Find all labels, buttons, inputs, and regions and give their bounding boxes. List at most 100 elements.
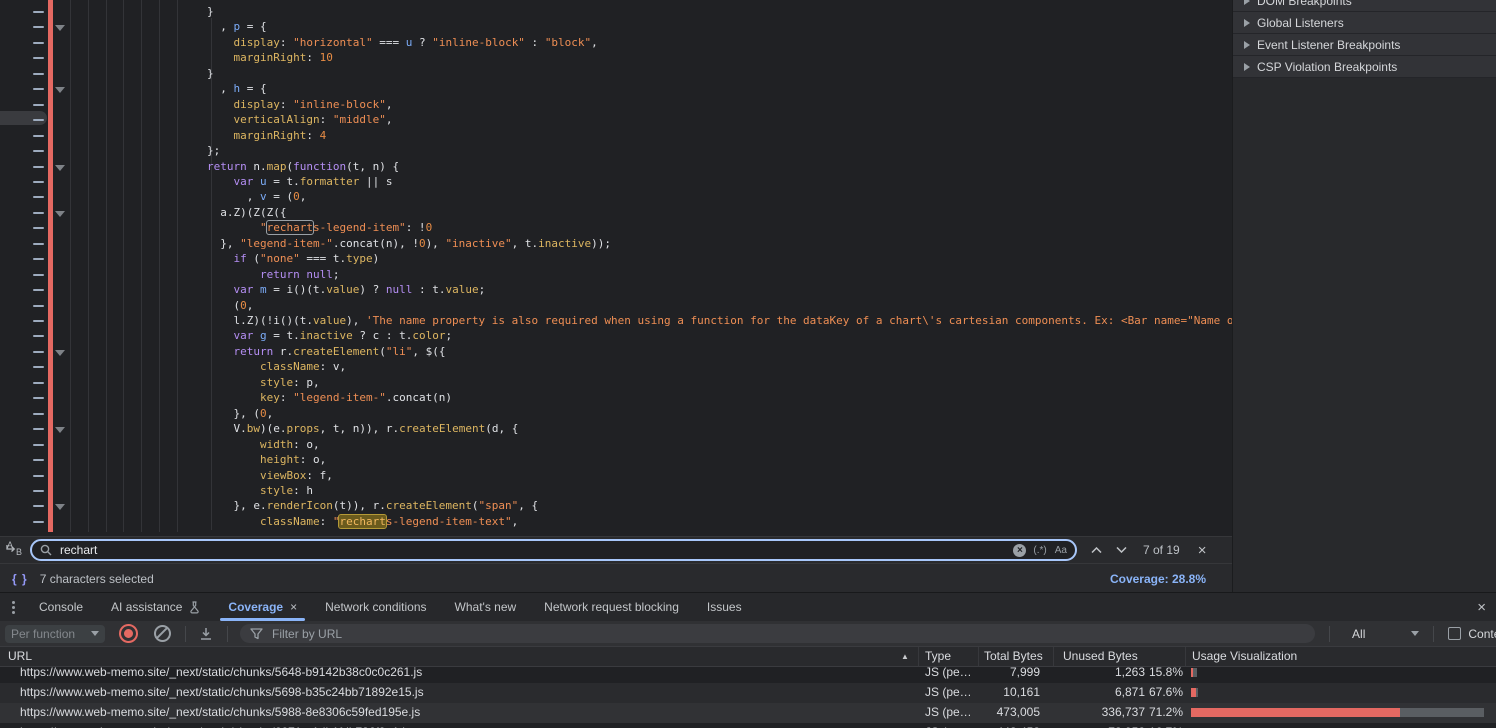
line-marker-dash [33,119,44,121]
line-marker-dash [33,335,44,337]
coverage-table-row[interactable]: https://www.web-memo.site/_next/static/c… [0,667,1496,683]
coverage-table-row[interactable]: https://www.web-memo.site/_next/static/c… [0,703,1496,723]
fold-arrow-icon[interactable] [55,87,65,93]
code-text: marginRight: 4 [207,128,326,143]
content-scripts-checkbox[interactable] [1448,627,1461,640]
row-unused-bytes: 336,737 [1053,703,1145,722]
tab-ai-assistance[interactable]: AI assistance [97,593,214,621]
code-text: className: v, [207,359,346,374]
replace-b-glyph: B [16,547,22,557]
fold-arrow-icon[interactable] [55,427,65,433]
line-marker-dash [33,57,44,59]
code-text: return null; [207,267,339,282]
record-coverage-button[interactable] [119,624,138,643]
source-editor[interactable]: } , p = { display: "horizontal" === u ? … [0,0,1232,536]
sidebar-section-event-listener-breakpoints[interactable]: Event Listener Breakpoints [1233,34,1496,56]
tab-what-s-new[interactable]: What's new [441,593,531,621]
replace-arrow-glyph [6,545,16,554]
tab-console[interactable]: Console [25,593,97,621]
fold-arrow-icon[interactable] [55,504,65,510]
coverage-toolbar: Per function Filter by URL All Content s… [0,621,1496,647]
row-type: JS (pe… [925,683,975,702]
line-marker-dash [33,227,44,229]
regex-toggle[interactable]: (.*) [1033,545,1046,556]
record-dot [124,629,133,638]
sidebar-section-csp-violation-breakpoints[interactable]: CSP Violation Breakpoints [1233,56,1496,78]
next-match-button[interactable] [1116,547,1127,553]
code-line: }; [0,143,1232,159]
sidebar-section-dom-breakpoints[interactable]: DOM Breakpoints [1233,0,1496,12]
sort-ascending-icon: ▲ [901,647,909,666]
usage-bar-used [1400,708,1484,717]
export-download-icon[interactable] [199,627,213,641]
tab-coverage[interactable]: Coverage× [214,593,311,621]
clear-search-icon[interactable]: × [1013,544,1026,557]
type-filter-select[interactable]: All [1352,627,1419,641]
line-marker-dash [33,428,44,430]
coverage-table-row[interactable]: https://www.web-memo.site/_next/static/c… [0,723,1496,728]
fold-arrow-icon[interactable] [55,25,65,31]
code-text: style: p, [207,375,320,390]
row-url: https://www.web-memo.site/_next/static/c… [20,683,424,702]
code-line: } [0,4,1232,20]
coverage-table-row[interactable]: https://www.web-memo.site/_next/static/c… [0,683,1496,703]
fold-arrow-icon[interactable] [55,211,65,217]
code-line: var u = t.formatter || s [0,174,1232,190]
toolbar-divider [185,626,186,642]
row-unused-percent: 15.8% [1147,667,1183,682]
match-case-toggle[interactable]: Aa [1055,545,1067,556]
tab-network-request-blocking[interactable]: Network request blocking [530,593,693,621]
code-text: } [207,66,214,81]
coverage-scope-select[interactable]: Per function [5,625,105,643]
tab-network-conditions[interactable]: Network conditions [311,593,440,621]
code-text: display: "inline-block", [207,97,392,112]
tab-issues[interactable]: Issues [693,593,756,621]
fold-arrow-icon[interactable] [55,165,65,171]
fold-arrow-icon[interactable] [55,350,65,356]
line-marker-dash [33,320,44,322]
column-header-unused-bytes[interactable]: Unused Bytes [1063,647,1138,666]
row-total-bytes: 10,161 [978,683,1040,702]
tab-close-icon[interactable]: × [290,600,297,614]
replace-toggle-icon[interactable]: A B [5,541,27,559]
code-line: } [0,66,1232,82]
code-line: className: "recharts-legend-item-text", [0,514,1232,530]
code-text: , h = { [207,81,267,96]
row-unused-percent: 16.7% [1147,723,1183,728]
code-text: verticalAlign: "middle", [207,112,392,127]
line-marker-dash [33,459,44,461]
line-marker-dash [33,289,44,291]
column-header-total-bytes[interactable]: Total Bytes [984,647,1043,666]
sidebar-section-label: Event Listener Breakpoints [1257,38,1400,52]
code-text: key: "legend-item-".concat(n) [207,390,452,405]
clear-coverage-icon[interactable] [154,625,171,642]
pretty-print-icon[interactable]: { } [12,572,28,586]
close-drawer-button[interactable]: × [1477,599,1486,616]
devtools-window: } , p = { display: "horizontal" === u ? … [0,0,1496,728]
line-marker-dash [33,366,44,368]
sidebar-section-label: CSP Violation Breakpoints [1257,60,1397,74]
chevron-down-icon [91,631,99,636]
more-tools-icon[interactable] [12,601,15,614]
code-text: var m = i()(t.value) ? null : t.value; [207,282,485,297]
url-filter-input[interactable]: Filter by URL [240,624,1315,643]
search-input[interactable]: rechart × (.*) Aa [30,539,1077,561]
column-header-usage-visualization[interactable]: Usage Visualization [1192,647,1297,666]
column-header-url[interactable]: URL [8,647,32,666]
previous-match-button[interactable] [1091,547,1102,553]
row-unused-bytes: 6,871 [1053,683,1145,702]
line-marker-dash [33,397,44,399]
code-line: className: v, [0,359,1232,375]
code-line: verticalAlign: "middle", [0,112,1232,128]
usage-bar-used [1193,668,1197,677]
close-find-bar-button[interactable]: × [1198,543,1207,558]
code-text: return r.createElement("li", $({ [207,344,445,359]
usage-bar [1191,708,1484,717]
code-line: "recharts-legend-item": !0 [0,220,1232,236]
coverage-percentage-link[interactable]: Coverage: 28.8% [1110,572,1206,586]
sidebar-section-global-listeners[interactable]: Global Listeners [1233,12,1496,34]
column-header-type[interactable]: Type [925,647,951,666]
code-text: l.Z)(!i()(t.value), 'The name property i… [207,313,1232,328]
line-marker-dash [33,42,44,44]
code-text: if ("none" === t.type) [207,251,379,266]
